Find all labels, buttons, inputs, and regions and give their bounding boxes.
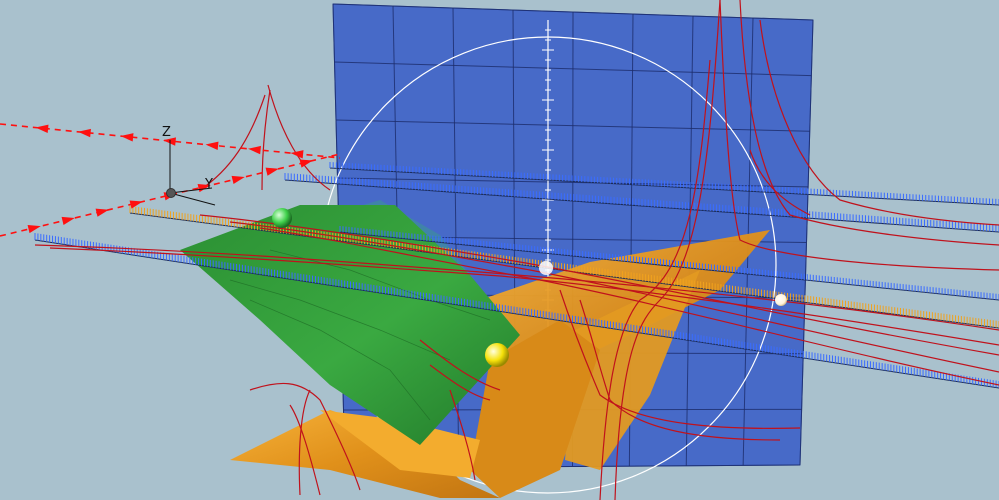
streamline-arrowhead: [78, 128, 91, 138]
streamline-arrowhead: [120, 133, 134, 142]
streamline-arrowhead: [299, 159, 313, 168]
axis-label-y: Y: [204, 177, 213, 192]
yellow-sphere[interactable]: [485, 343, 509, 367]
axis-origin-marker: [166, 188, 176, 198]
streamline-arrowhead: [27, 225, 41, 234]
field-line: [261, 89, 271, 191]
white-sphere-center[interactable]: [539, 261, 553, 275]
3d-scene-canvas[interactable]: Z Y: [0, 0, 999, 500]
streamline-arrowhead: [95, 208, 109, 217]
streamline-arrowhead: [290, 150, 304, 159]
streamline-arrowhead: [35, 124, 49, 133]
streamline-arrowhead: [205, 141, 219, 150]
white-sphere-right[interactable]: [775, 294, 787, 306]
streamline-arrowhead: [265, 167, 279, 176]
field-line: [199, 94, 266, 191]
streamline-arrowhead: [231, 175, 245, 184]
axis-gizmo: Z Y: [162, 125, 216, 206]
field-line: [267, 84, 331, 191]
axis-label-z: Z: [162, 125, 171, 140]
streamline-arrowhead: [248, 145, 261, 155]
streamline-arrowhead: [61, 216, 75, 225]
green-sphere[interactable]: [272, 208, 292, 228]
